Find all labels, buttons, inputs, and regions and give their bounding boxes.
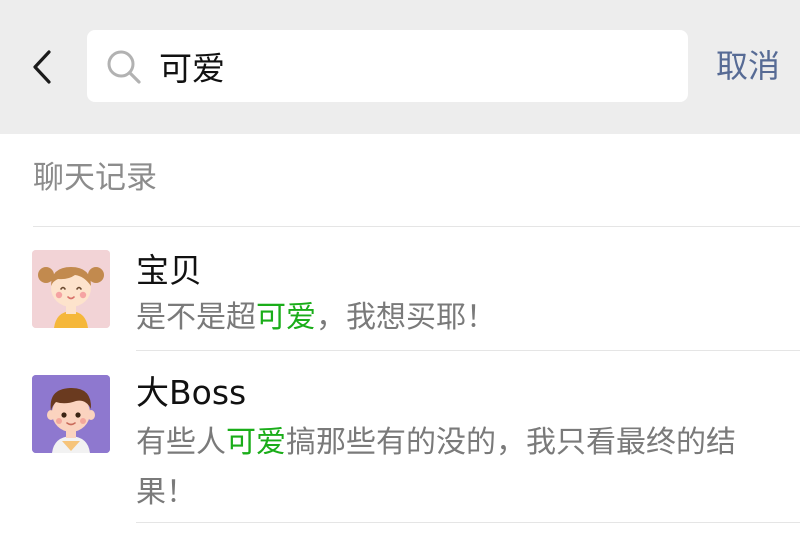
avatar <box>32 375 110 453</box>
result-divider <box>136 522 800 523</box>
section-title: 聊天记录 <box>33 160 157 196</box>
message-snippet: 是不是超可爱，我想买耶！ <box>136 293 776 343</box>
keyword-highlight: 可爱 <box>256 300 316 335</box>
boy-avatar-icon <box>32 375 110 453</box>
message-snippet: 有些人可爱搞那些有的没的，我只看最终的结果！ <box>136 418 766 518</box>
avatar <box>32 250 110 328</box>
message-text: 有些人 <box>136 425 226 460</box>
message-text: 是不是超 <box>136 300 256 335</box>
search-input[interactable] <box>159 30 669 102</box>
message-text: ，我想买耶！ <box>316 300 496 335</box>
back-button[interactable] <box>22 44 62 90</box>
chevron-left-icon <box>33 50 51 84</box>
result-divider <box>136 350 800 351</box>
search-box[interactable] <box>87 30 688 102</box>
contact-name: 大Boss <box>136 373 247 412</box>
keyword-highlight: 可爱 <box>226 425 286 460</box>
section-divider <box>33 226 800 227</box>
search-icon <box>107 50 141 84</box>
girl-avatar-icon <box>32 250 110 328</box>
cancel-button[interactable]: 取消 <box>706 40 790 92</box>
search-header: 取消 <box>0 0 800 134</box>
contact-name: 宝贝 <box>136 251 202 290</box>
